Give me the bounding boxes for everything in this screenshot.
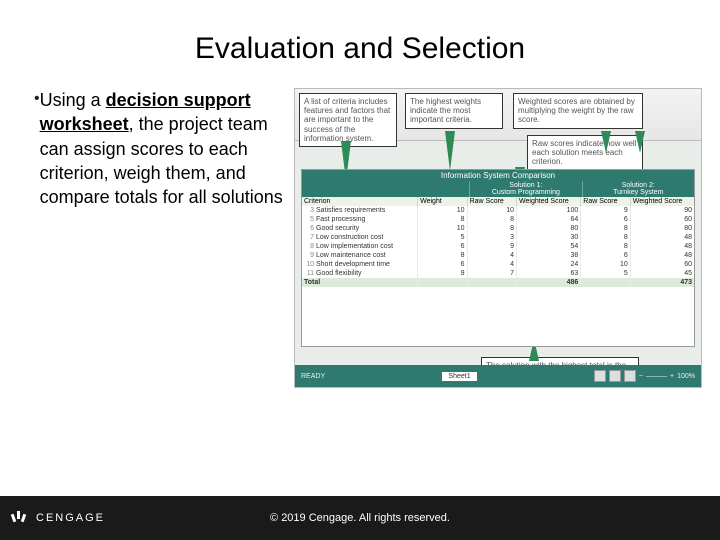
screenshot-figure: A list of criteria includes features and… [294, 88, 702, 388]
bullet-text: Using a decision support worksheet, the … [40, 88, 284, 209]
table-row: 11Good flexibility9763545 [302, 269, 694, 278]
table-row: 10Short development time64241060 [302, 260, 694, 269]
th-weighted-1: Weighted Score [516, 197, 580, 206]
bullet-pre: Using a [40, 90, 106, 110]
table-row: 8Low implementation cost6954848 [302, 242, 694, 251]
slide: Evaluation and Selection • Using a decis… [0, 0, 720, 540]
th-criterion: Criterion [302, 197, 417, 206]
sheet-title: Information System Comparison [302, 170, 694, 181]
table-row: 3Satisfies requirements1010100990 [302, 206, 694, 215]
table-row: 6Good security10880880 [302, 224, 694, 233]
arrow-icon [635, 131, 645, 153]
status-bar: READY Sheet1 −———+ 100% [295, 365, 701, 387]
status-ready: READY [301, 373, 325, 380]
cengage-logo-icon [12, 509, 30, 527]
total-ws1: 486 [516, 278, 580, 287]
th-weighted-2: Weighted Score [630, 197, 694, 206]
data-rows: 3Satisfies requirements10101009905Fast p… [302, 206, 694, 278]
view-icon [624, 370, 636, 382]
callout-raw-scores: Raw scores indicate how well each soluti… [527, 135, 643, 171]
solution-2-header: Solution 2: Turnkey System [582, 181, 694, 197]
table-row: 9Low maintenance cost8438648 [302, 251, 694, 260]
total-row: Total 486 473 [302, 278, 694, 287]
column-headers: Criterion Weight Raw Score Weighted Scor… [302, 197, 694, 206]
callout-weights: The highest weights indicate the most im… [405, 93, 503, 129]
brand-text: CENGAGE [36, 512, 105, 524]
view-icon [609, 370, 621, 382]
solution-1-header: Solution 1: Custom Programming [469, 181, 581, 197]
zoom-value: 100% [677, 373, 695, 380]
th-raw-2: Raw Score [580, 197, 629, 206]
total-ws2: 473 [630, 278, 694, 287]
table-row: 7Low construction cost5330848 [302, 233, 694, 242]
th-weight: Weight [417, 197, 466, 206]
callout-criteria: A list of criteria includes features and… [299, 93, 397, 147]
copyright: © 2019 Cengage. All rights reserved. [270, 512, 450, 524]
sheet-solutions-row: Solution 1: Custom Programming Solution … [302, 181, 694, 197]
footer-bar: CENGAGE © 2019 Cengage. All rights reser… [0, 496, 720, 540]
view-icon [594, 370, 606, 382]
brand: CENGAGE [12, 509, 105, 527]
status-right: −———+ 100% [594, 370, 695, 382]
sheet-tab: Sheet1 [442, 372, 476, 381]
callout-weighted-scores: Weighted scores are obtained by multiply… [513, 93, 643, 129]
arrow-icon [601, 131, 611, 153]
th-raw-1: Raw Score [467, 197, 516, 206]
slide-title: Evaluation and Selection [0, 0, 720, 88]
bullet-item: • Using a decision support worksheet, th… [34, 88, 284, 209]
text-column: • Using a decision support worksheet, th… [34, 88, 294, 388]
spreadsheet: Information System Comparison Solution 1… [301, 169, 695, 347]
table-row: 5Fast processing8864660 [302, 215, 694, 224]
total-label: Total [302, 278, 417, 287]
slide-body: • Using a decision support worksheet, th… [0, 88, 720, 388]
arrow-icon [445, 131, 455, 171]
